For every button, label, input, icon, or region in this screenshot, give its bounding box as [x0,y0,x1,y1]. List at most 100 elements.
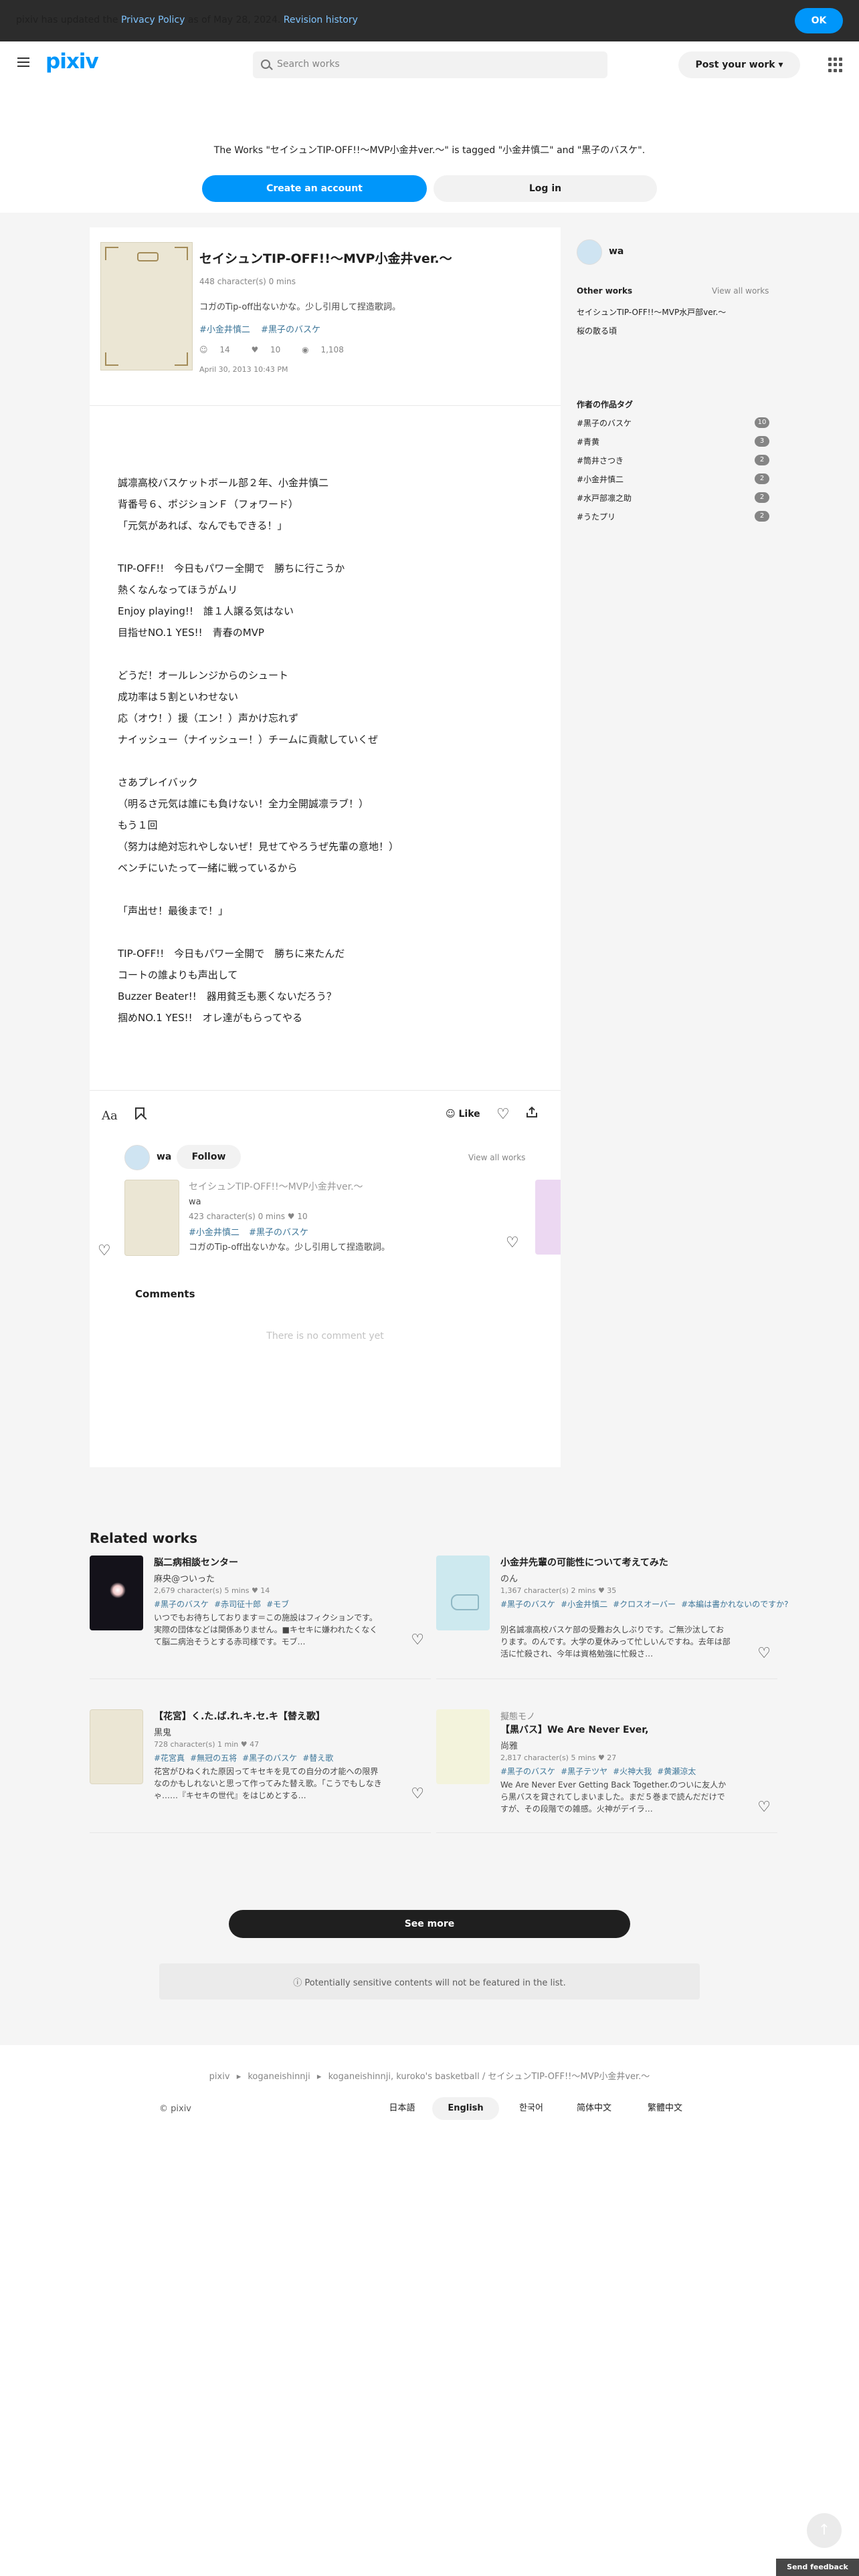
sidebar-author-avatar[interactable] [577,239,602,265]
work-tag[interactable]: #火神大我 [613,1767,652,1776]
work-tag[interactable]: #小金井慎二 [189,1228,240,1238]
apps-grid-icon[interactable] [828,58,843,72]
work-tag[interactable]: #黒子のバスケ [242,1753,297,1763]
sidebar-tag-item[interactable]: #筒井さつき 2 [577,455,769,466]
work-tag[interactable]: #替え歌 [302,1753,333,1763]
related-work-series[interactable]: 擬態モノ [500,1709,535,1722]
search-icon [261,60,270,69]
language-option[interactable]: 繁體中文 [632,2097,698,2120]
sensitive-notice: ⓘ Potentially sensitive contents will no… [159,1975,700,1988]
log-in-button[interactable]: Log in [434,175,657,202]
related-work-item[interactable]: 脳二病相談センター 麻央@ついった 2,679 character(s) 5 m… [90,1555,431,1689]
series-work-thumbnail[interactable] [124,1180,179,1256]
author-avatar[interactable] [124,1145,150,1170]
tag-notice-text: The Works "セイシュンTIP-OFF!!〜MVP小金井ver.〜" i… [213,145,646,156]
heart-icon[interactable]: ♡ [496,1106,510,1123]
related-work-caption: 別名誠凛高校バスケ部の受難お久しぶりです。ご無沙汰しております。のんです。大学の… [500,1625,731,1658]
related-work-title[interactable]: 【花宮】く.た.ば.れ.キ.セ.キ【替え歌】 [154,1709,325,1723]
language-option[interactable]: 简体中文 [563,2097,625,2120]
heart-icon[interactable]: ♡ [757,1645,771,1662]
work-tag[interactable]: #黒子テツヤ [561,1767,607,1776]
revision-history-link[interactable]: Revision history [284,15,358,25]
language-option[interactable]: 한국어 [506,2097,557,2120]
related-work-title[interactable]: 【黒バス】We Are Never Ever, [500,1723,648,1736]
share-icon[interactable] [526,1106,538,1118]
work-tag[interactable]: #無冠の五将 [190,1753,237,1763]
work-tag[interactable]: #小金井慎二 [199,325,250,335]
view-count-stat: ◉ 1,108 [302,345,344,354]
chevron-right-icon: ▸ [236,2072,242,2082]
heart-icon: ♥ [251,345,259,354]
sidebar-view-all-link[interactable]: View all works [712,286,769,296]
related-work-thumbnail[interactable] [436,1709,490,1784]
language-option-active[interactable]: English [432,2097,499,2120]
work-tag[interactable]: #黒子のバスケ [154,1600,209,1609]
other-work-link[interactable]: セイシュンTIP-OFF!!〜MVP水戸部ver.〜 [577,306,726,318]
work-tag[interactable]: #小金井慎二 [561,1600,607,1609]
related-work-thumbnail[interactable] [436,1555,490,1630]
other-works-heading: Other works [577,286,633,296]
bookmark-icon[interactable] [135,1107,145,1119]
work-tag[interactable]: #黒子のバスケ [500,1767,555,1776]
see-more-button[interactable]: See more [229,1910,630,1938]
sidebar-tag-item[interactable]: #青黄 3 [577,436,769,447]
scroll-to-top-button[interactable]: ↑ [807,2513,842,2548]
sidebar-author-name[interactable]: wa [609,246,624,257]
sidebar-tag-item[interactable]: #うたプリ 2 [577,511,769,522]
related-work-thumbnail[interactable] [90,1709,143,1784]
related-work-item[interactable]: 擬態モノ 【黒バス】We Are Never Ever, 尚雅 2,817 ch… [436,1709,777,1843]
work-tag[interactable]: #クロスオーバー [613,1600,676,1609]
hamburger-menu-icon[interactable] [17,58,29,67]
like-button[interactable]: ☺ Like [446,1109,480,1119]
breadcrumb-link[interactable]: pixiv [209,2072,230,2082]
author-name[interactable]: wa [157,1152,171,1162]
work-tag[interactable]: #本編は書かれないのですか? [681,1600,788,1609]
work-tag[interactable]: #黒子のバスケ [249,1228,308,1238]
novel-cover-image[interactable] [100,242,193,370]
sidebar-tag-item[interactable]: #水戸部凛之助 2 [577,492,769,504]
no-comment-text: There is no comment yet [266,1331,384,1341]
privacy-ok-button[interactable]: OK [795,8,843,33]
heart-icon[interactable]: ♡ [98,1243,111,1259]
heart-icon[interactable]: ♡ [757,1799,771,1816]
related-work-item[interactable]: 小金井先輩の可能性について考えてみた のん 1,367 character(s)… [436,1555,789,1689]
privacy-policy-link[interactable]: Privacy Policy [121,15,185,25]
sidebar-tag-item[interactable]: #黒子のバスケ 10 [577,417,769,429]
work-tag[interactable]: #黒子のバスケ [261,325,320,335]
heart-icon[interactable]: ♡ [411,1632,424,1648]
series-work-author[interactable]: wa [189,1197,201,1207]
related-work-item[interactable]: 【花宮】く.た.ば.れ.キ.セ.キ【替え歌】 黒鬼 728 character(… [90,1709,431,1843]
breadcrumb-link[interactable]: koganeishinnji [248,2072,310,2082]
next-work-thumbnail[interactable] [535,1180,561,1255]
related-work-title[interactable]: 脳二病相談センター [154,1555,238,1569]
copyright: © pixiv [159,2104,191,2114]
send-feedback-button[interactable]: Send feedback [776,2559,859,2576]
view-all-works-link[interactable]: View all works [468,1153,525,1162]
sidebar-tag-item[interactable]: #小金井慎二 2 [577,473,769,485]
heart-icon[interactable]: ♡ [411,1786,424,1802]
search-placeholder: Search works [277,59,340,70]
follow-button[interactable]: Follow [177,1145,241,1169]
series-work-title[interactable]: セイシュンTIP-OFF!!〜MVP小金井ver.〜 [189,1180,363,1193]
chevron-down-icon: ▾ [778,60,783,70]
language-option[interactable]: 日本語 [379,2097,425,2120]
pixiv-logo[interactable]: pixiv [45,49,99,74]
create-account-button[interactable]: Create an account [202,175,427,202]
related-work-author[interactable]: 尚雅 [500,1739,518,1751]
tag-count-badge: 3 [755,436,769,447]
related-work-thumbnail[interactable] [90,1555,143,1630]
work-tag[interactable]: #黒子のバスケ [500,1600,555,1609]
related-work-author[interactable]: のん [500,1572,518,1584]
work-tag[interactable]: #花宮真 [154,1753,185,1763]
related-work-author[interactable]: 麻央@ついった [154,1572,215,1584]
other-work-link[interactable]: 桜の散る頃 [577,325,617,336]
related-work-author[interactable]: 黒鬼 [154,1725,171,1738]
related-work-title[interactable]: 小金井先輩の可能性について考えてみた [500,1555,668,1569]
heart-icon[interactable]: ♡ [506,1235,519,1251]
work-tag[interactable]: #黄瀬涼太 [657,1767,696,1776]
work-tag[interactable]: #赤司征十郎 [214,1600,261,1609]
font-settings-icon[interactable]: Aa [102,1109,118,1123]
post-your-work-button[interactable]: Post your work ▾ [678,51,800,78]
novel-body-text: 誠凛高校バスケットボール部２年、小金井慎二 背番号６、ポジションＦ（フォワード）… [118,477,399,1024]
work-tag[interactable]: #モブ [266,1600,289,1609]
